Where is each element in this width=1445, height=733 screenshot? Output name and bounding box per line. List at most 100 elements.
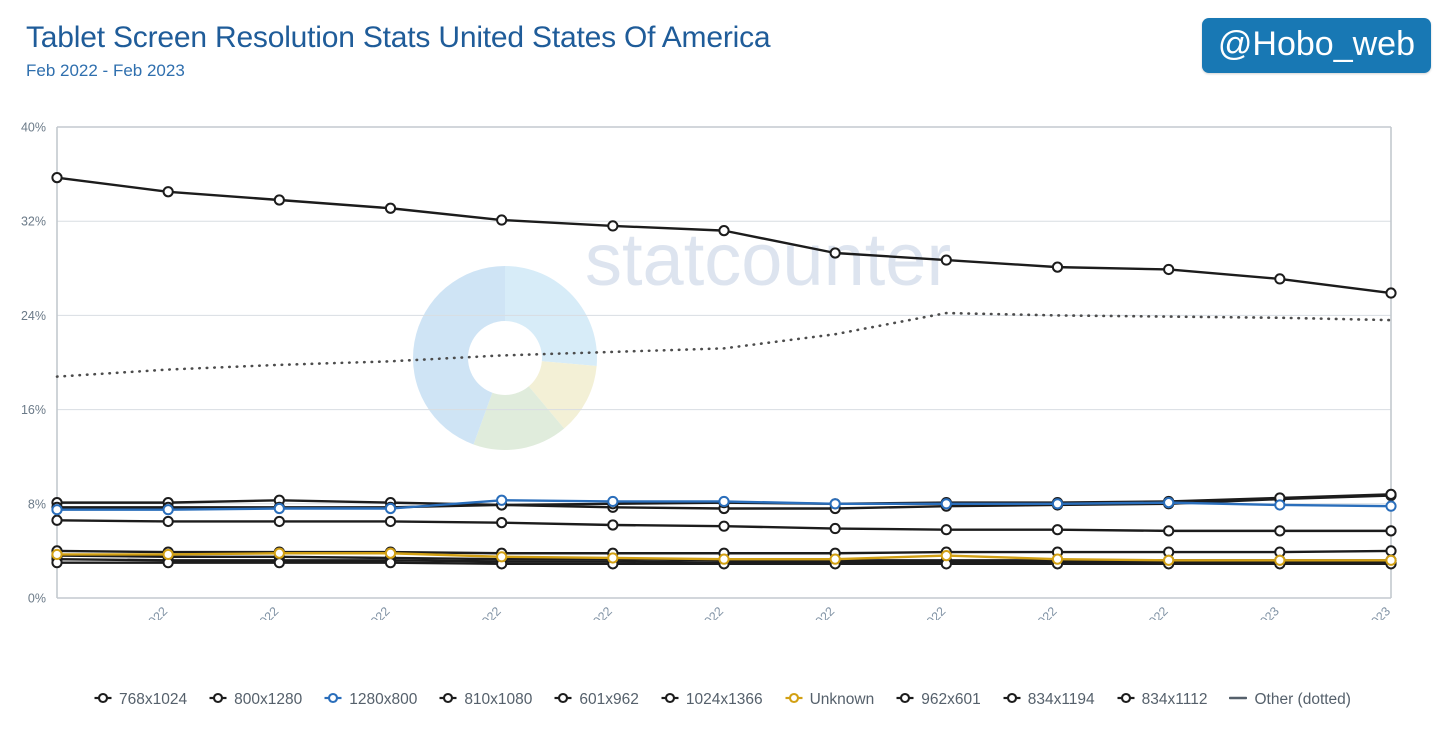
ring-tick-icon bbox=[896, 691, 914, 710]
data-point-marker bbox=[1385, 287, 1397, 299]
data-point-marker bbox=[1051, 553, 1064, 565]
data-point-marker bbox=[496, 551, 508, 563]
legend-item[interactable]: 601x962 bbox=[554, 691, 639, 710]
data-point-marker bbox=[829, 247, 841, 259]
y-tick-label: 16% bbox=[21, 403, 46, 417]
legend-item[interactable]: 1024x1366 bbox=[661, 691, 763, 710]
data-point-marker bbox=[607, 552, 619, 564]
data-point-marker bbox=[51, 504, 63, 516]
legend-item[interactable]: 800x1280 bbox=[209, 691, 302, 710]
y-tick-label: 32% bbox=[21, 215, 46, 229]
data-point-marker bbox=[1274, 554, 1286, 566]
statcounter-watermark: statcounter bbox=[413, 218, 951, 450]
data-point-marker bbox=[384, 547, 397, 559]
legend-item[interactable]: 768x1024 bbox=[94, 691, 187, 710]
data-point-marker bbox=[1163, 263, 1175, 276]
x-tick-label: May 2022 bbox=[344, 604, 393, 620]
data-point-marker bbox=[1385, 545, 1397, 557]
data-point-marker bbox=[829, 553, 841, 565]
data-point-marker bbox=[384, 202, 397, 214]
data-point-marker bbox=[1274, 273, 1286, 285]
data-point-marker bbox=[1051, 498, 1064, 510]
data-point-marker bbox=[496, 494, 508, 506]
x-tick-label: Apr 2022 bbox=[236, 604, 282, 620]
ring-tick-icon bbox=[785, 691, 803, 710]
data-point-marker bbox=[384, 515, 397, 528]
data-point-marker bbox=[1274, 499, 1286, 511]
data-point-marker bbox=[496, 517, 508, 529]
legend-item[interactable]: 834x1112 bbox=[1117, 691, 1208, 710]
ring-tick-icon bbox=[554, 691, 572, 710]
y-tick-label: 24% bbox=[21, 309, 46, 323]
x-tick-label: Feb 2023 bbox=[1346, 604, 1393, 620]
ring-tick-icon bbox=[439, 691, 457, 710]
x-tick-label: June 2022 bbox=[453, 604, 504, 620]
plot-area: statcounter 0% 8% 16% 24% 32% 40% Mar 2022 Apr 2… bbox=[0, 100, 1445, 620]
ring-tick-icon bbox=[661, 691, 679, 710]
data-point-marker bbox=[829, 522, 841, 535]
x-tick-labels: Mar 2022 Apr 2022 May 2022 June 2022 July 20… bbox=[123, 604, 1393, 620]
data-point-marker bbox=[162, 548, 174, 561]
dash-icon bbox=[1229, 691, 1248, 710]
x-tick-label: July 2022 bbox=[567, 604, 615, 620]
legend-item-label: 810x1080 bbox=[464, 691, 533, 708]
data-point-marker bbox=[1051, 261, 1064, 273]
data-point-marker bbox=[718, 225, 730, 237]
data-point-marker bbox=[940, 498, 952, 510]
data-point-marker bbox=[940, 550, 952, 562]
data-point-marker bbox=[1385, 488, 1397, 500]
data-point-marker bbox=[273, 194, 285, 206]
legend-item[interactable]: Other (dotted) bbox=[1229, 691, 1351, 710]
legend-item-label: Other (dotted) bbox=[1254, 691, 1351, 708]
data-point-marker bbox=[718, 495, 730, 508]
ring-tick-icon bbox=[209, 691, 227, 710]
legend-item-label: 1024x1366 bbox=[685, 691, 763, 708]
data-point-marker bbox=[718, 520, 730, 532]
data-point-marker bbox=[1385, 554, 1397, 566]
data-point-marker bbox=[1385, 525, 1397, 537]
legend-item[interactable]: 962x601 bbox=[896, 691, 981, 710]
data-point-marker bbox=[607, 220, 619, 232]
watermark-text: statcounter bbox=[585, 218, 951, 301]
x-tick-label: Oct 2022 bbox=[903, 604, 949, 620]
data-point-marker bbox=[496, 214, 508, 226]
legend-item[interactable]: 834x1194 bbox=[1003, 691, 1095, 710]
x-tick-label: Sept 2022 bbox=[787, 604, 837, 620]
date-range-subtitle: Feb 2022 - Feb 2023 bbox=[26, 61, 185, 80]
data-point-marker bbox=[273, 515, 285, 528]
legend-item-label: 834x1194 bbox=[1027, 691, 1095, 708]
data-point-marker bbox=[162, 504, 174, 516]
data-point-marker bbox=[1163, 554, 1175, 566]
chart-header: Tablet Screen Resolution Stats United St… bbox=[26, 20, 1126, 83]
data-point-marker bbox=[273, 557, 285, 569]
data-point-marker bbox=[607, 519, 619, 531]
legend-item-label: 834x1112 bbox=[1141, 691, 1208, 708]
data-point-marker bbox=[51, 514, 63, 526]
data-point-marker bbox=[607, 495, 619, 508]
y-gridlines: 0% 8% 16% 24% 32% 40% bbox=[21, 121, 1391, 606]
data-point-marker bbox=[51, 172, 63, 184]
legend-item[interactable]: 1280x800 bbox=[324, 691, 417, 710]
ring-tick-icon bbox=[94, 691, 112, 710]
legend-item-label: 601x962 bbox=[579, 691, 639, 708]
page-title: Tablet Screen Resolution Stats United St… bbox=[26, 21, 771, 54]
data-point-marker bbox=[273, 502, 285, 515]
x-tick-label: Mar 2022 bbox=[123, 604, 170, 620]
chart-page: Tablet Screen Resolution Stats United St… bbox=[0, 0, 1445, 733]
ring-tick-icon bbox=[1117, 691, 1135, 710]
data-point-marker bbox=[1163, 497, 1175, 509]
y-tick-label: 40% bbox=[21, 121, 46, 135]
data-point-marker bbox=[940, 254, 952, 266]
legend-item[interactable]: 810x1080 bbox=[439, 691, 532, 710]
handle-badge: @Hobo_web bbox=[1201, 18, 1431, 73]
legend-item[interactable]: Unknown bbox=[785, 691, 874, 710]
legend-item-label: 1280x800 bbox=[349, 691, 418, 708]
data-point-marker bbox=[273, 547, 285, 559]
y-tick-label: 0% bbox=[28, 592, 46, 606]
y-tick-label: 8% bbox=[28, 497, 46, 511]
data-point-marker bbox=[1385, 500, 1397, 512]
chart-legend: 768x1024 800x1280 1280x800 810x1080 601x962 1… bbox=[0, 680, 1445, 720]
data-point-marker bbox=[1163, 525, 1175, 537]
ring-tick-icon bbox=[324, 691, 342, 710]
data-point-marker bbox=[162, 186, 174, 198]
